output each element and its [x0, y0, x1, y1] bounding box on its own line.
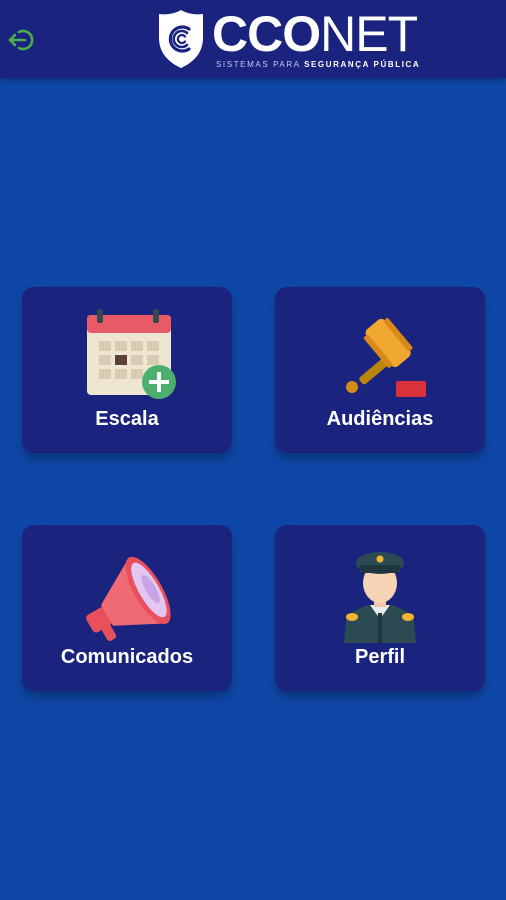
menu-tile-perfil[interactable]: Perfil	[275, 525, 485, 691]
app-header: CCONET SISTEMAS PARA SEGURANÇA PÚBLICA	[0, 0, 506, 78]
cconet-logo: CCONET SISTEMAS PARA SEGURANÇA PÚBLICA	[156, 6, 436, 72]
logo-tagline: SISTEMAS PARA SEGURANÇA PÚBLICA	[216, 60, 421, 69]
logout-button[interactable]	[6, 26, 38, 54]
shield-logo-icon	[159, 10, 203, 68]
menu-tile-comunicados[interactable]: Comunicados	[22, 525, 232, 691]
menu-tile-label: Escala	[95, 408, 159, 430]
menu-tile-escala[interactable]: Escala	[22, 287, 232, 453]
menu-tile-audiencias[interactable]: Audiências	[275, 287, 485, 453]
logo-wordmark: CCONET	[212, 6, 418, 62]
menu-tile-label: Perfil	[354, 646, 406, 668]
menu-tile-label: Audiências	[326, 408, 434, 430]
gavel-icon	[346, 318, 426, 397]
logout-icon	[8, 29, 34, 51]
menu-tile-label: Comunicados	[60, 646, 194, 668]
calendar-add-icon	[87, 309, 176, 399]
megaphone-icon	[86, 556, 171, 642]
police-officer-icon	[344, 552, 416, 643]
